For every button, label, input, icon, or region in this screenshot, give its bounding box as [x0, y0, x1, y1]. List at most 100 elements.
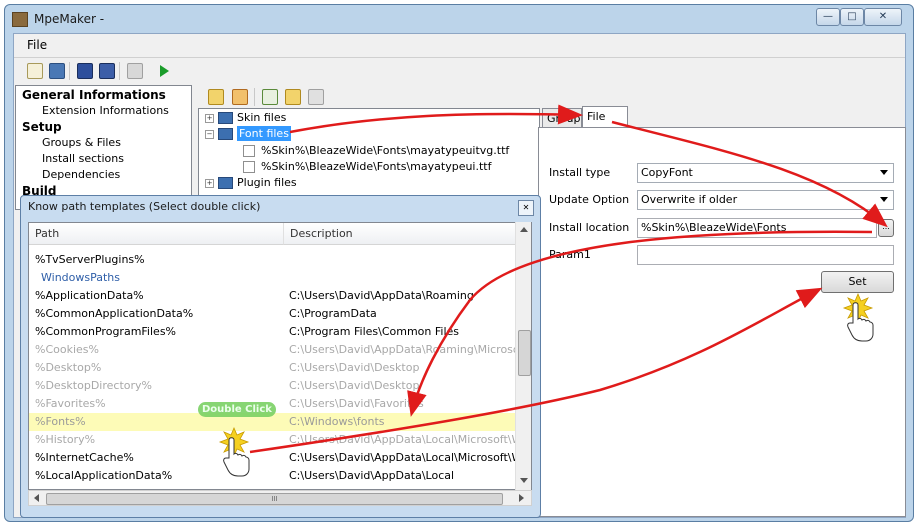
path-cell: WindowsPaths [41, 271, 120, 284]
dialog-title: Know path templates (Select double click… [28, 200, 261, 213]
minimize-button[interactable]: — [816, 8, 840, 26]
param1-field[interactable] [637, 245, 894, 265]
tree-node-label: Skin files [237, 111, 287, 124]
file-checkbox[interactable] [243, 145, 255, 157]
tab-file[interactable]: File [582, 106, 628, 128]
path-cell: %Desktop% [35, 361, 102, 374]
nav-general-informations[interactable]: General Informations [22, 88, 166, 102]
path-cell: %Favorites% [35, 397, 106, 410]
update-option-value: Overwrite if older [641, 193, 738, 206]
path-cell: %History% [35, 433, 96, 446]
column-header-description[interactable]: Description [284, 223, 517, 245]
path-cell: %TvServerPlugins% [35, 253, 145, 266]
open-icon[interactable] [49, 63, 65, 79]
close-button[interactable]: ✕ [864, 8, 902, 26]
table-row[interactable]: %Fonts% C:\Windows\fonts [29, 413, 517, 431]
table-row[interactable]: %DesktopDirectory% C:\Users\David\Desktop [29, 377, 517, 395]
browse-button[interactable]: ... [878, 219, 894, 237]
toolbar-separator [119, 62, 120, 80]
install-type-value: CopyFont [641, 166, 693, 179]
table-row[interactable]: %Desktop% C:\Users\David\Desktop [29, 359, 517, 377]
tree-node-label: Plugin files [237, 176, 297, 189]
table-row[interactable]: %Cookies% C:\Users\David\AppData\Roaming\… [29, 341, 517, 359]
chevron-down-icon [880, 170, 888, 175]
description-cell: C:\Windows\fonts [289, 415, 385, 428]
table-row[interactable]: %LocalApplicationData% C:\Users\David\App… [29, 467, 517, 485]
list-group-header: WindowsPaths [29, 269, 517, 287]
description-cell: C:\Users\David\Favorites [289, 397, 424, 410]
tree-leaf-font-file[interactable]: %Skin%\BleazeWide\Fonts\mayatypeui.ttf [243, 160, 491, 173]
scroll-thumb[interactable]: III [46, 493, 503, 505]
toolbar-separator [69, 62, 70, 80]
expand-icon[interactable]: + [205, 113, 214, 123]
menu-file[interactable]: File [27, 38, 47, 52]
files-tree: + Skin files − Font files %Skin%\BleazeWid… [198, 108, 540, 198]
description-cell: C:\Users\David\Desktop [289, 379, 420, 392]
tree-leaf-label: %Skin%\BleazeWide\Fonts\mayatypeui.ttf [261, 160, 492, 173]
horizontal-scrollbar[interactable]: III [28, 490, 532, 506]
table-row[interactable]: %CommonApplicationData% C:\ProgramData [29, 305, 517, 323]
tab-group[interactable]: Group [542, 108, 582, 128]
path-cell: %InternetCache% [35, 451, 134, 464]
set-button[interactable]: Set [821, 271, 894, 293]
param1-label: Param1 [549, 248, 591, 261]
path-cell: %Cookies% [35, 343, 99, 356]
expand-icon[interactable]: + [205, 178, 214, 188]
scroll-up-icon[interactable] [520, 227, 528, 232]
title-bar[interactable]: MpeMaker - — □ ✕ [6, 6, 912, 32]
path-cell: %ApplicationData% [35, 289, 144, 302]
add-file-icon[interactable] [262, 89, 278, 105]
nav-groups-files[interactable]: Groups & Files [42, 136, 121, 149]
nav-extension-informations[interactable]: Extension Informations [42, 104, 169, 117]
description-cell: C:\Users\David\AppData\Local\Microsoft\W… [289, 433, 515, 446]
copy-icon[interactable] [127, 63, 143, 79]
description-cell: C:\ProgramData [289, 307, 377, 320]
install-location-field[interactable]: %Skin%\BleazeWide\Fonts [637, 218, 877, 238]
save-icon[interactable] [77, 63, 93, 79]
path-cell: %CommonApplicationData% [35, 307, 194, 320]
scroll-down-icon[interactable] [520, 478, 528, 483]
run-icon[interactable] [160, 65, 169, 77]
description-cell: C:\Users\David\AppData\Roaming\Microsoft… [289, 343, 515, 356]
tree-leaf-label: %Skin%\BleazeWide\Fonts\mayatypeuitvg.tt… [261, 144, 510, 157]
column-header-path[interactable]: Path [29, 223, 284, 245]
vertical-scrollbar[interactable] [515, 222, 531, 490]
add-folder-files-icon[interactable] [285, 89, 301, 105]
nav-setup[interactable]: Setup [22, 120, 62, 134]
install-type-select[interactable]: CopyFont [637, 163, 894, 183]
tree-node-skin-files[interactable]: + Skin files [205, 111, 286, 124]
tree-node-font-files[interactable]: − Font files [205, 126, 291, 141]
table-row[interactable]: %InternetCache% C:\Users\David\AppData\Lo… [29, 449, 517, 467]
path-cell: %CommonProgramFiles% [35, 325, 176, 338]
dialog-close-button[interactable]: ✕ [518, 200, 534, 216]
scroll-left-icon[interactable] [34, 494, 39, 502]
tree-leaf-font-file[interactable]: %Skin%\BleazeWide\Fonts\mayatypeuitvg.tt… [243, 144, 509, 157]
table-row[interactable]: %TvServerPlugins% [29, 251, 517, 269]
remove-folder-icon[interactable] [232, 89, 248, 105]
nav-dependencies[interactable]: Dependencies [42, 168, 120, 181]
table-row[interactable]: %History% C:\Users\David\AppData\Local\Mi… [29, 431, 517, 449]
maximize-button[interactable]: □ [840, 8, 864, 26]
menu-divider [14, 57, 905, 58]
remove-file-icon[interactable] [308, 89, 324, 105]
tree-node-label-selected: Font files [237, 126, 291, 141]
file-checkbox[interactable] [243, 161, 255, 173]
update-option-label: Update Option [549, 193, 630, 206]
description-cell: C:\Program Files\Common Files [289, 325, 460, 338]
collapse-icon[interactable]: − [205, 129, 214, 139]
save-as-icon[interactable] [99, 63, 115, 79]
table-row[interactable]: %ApplicationData% C:\Users\David\AppData\… [29, 287, 517, 305]
tree-node-plugin-files[interactable]: + Plugin files [205, 176, 297, 189]
description-cell: C:\Users\David\AppData\Local [289, 469, 455, 482]
add-folder-icon[interactable] [208, 89, 224, 105]
description-cell: C:\Users\David\AppData\Local\Microsoft\W… [289, 451, 515, 464]
scroll-thumb[interactable] [518, 330, 531, 376]
table-row[interactable]: %CommonProgramFiles% C:\Program Files\Com… [29, 323, 517, 341]
install-location-label: Install location [549, 221, 630, 234]
scroll-right-icon[interactable] [519, 494, 524, 502]
path-templates-list: Path Description %TvServerPlugins% Window… [28, 222, 532, 490]
nav-install-sections[interactable]: Install sections [42, 152, 124, 165]
computer-icon [218, 112, 233, 124]
new-icon[interactable] [27, 63, 43, 79]
update-option-select[interactable]: Overwrite if older [637, 190, 894, 210]
